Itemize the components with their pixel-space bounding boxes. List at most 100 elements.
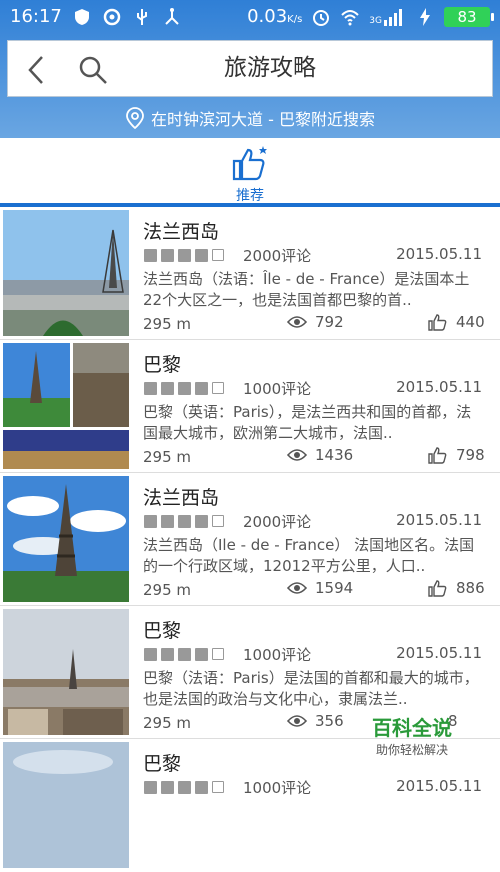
review-count: 1000评论 [243, 646, 312, 664]
view-count: 1594 [287, 579, 353, 597]
status-bar: 16:17 0.03K/s 3G 83 [0, 0, 500, 36]
battery-indicator: 83 [444, 6, 494, 27]
star-empty-icon [212, 515, 224, 527]
star-filled-icon [195, 382, 208, 395]
shield-icon [74, 8, 89, 25]
list-item[interactable]: 法兰西岛 2000评论 2015.05.11 法兰西岛（Ile - de - F… [0, 473, 500, 606]
star-filled-icon [161, 249, 174, 262]
star-filled-icon [161, 781, 174, 794]
watermark-logo: 百科全说 助你轻松解决 [372, 716, 452, 757]
wifi-icon [341, 9, 360, 25]
star-filled-icon [195, 249, 208, 262]
item-distance: 295 m [143, 448, 192, 466]
item-description: 法兰西岛（Ile - de - France） 法国地区名。法国的一个行政区域，… [143, 536, 475, 575]
thumbnail-image [3, 609, 129, 735]
star-filled-icon [161, 382, 174, 395]
tab-bar: 推荐 [0, 138, 500, 204]
thumbs-up-icon [428, 447, 447, 464]
eye-icon [287, 316, 307, 328]
star-filled-icon [178, 249, 191, 262]
item-date: 2015.05.11 [396, 777, 482, 795]
view-count: 1436 [287, 446, 353, 464]
star-filled-icon [195, 515, 208, 528]
tab-label: 推荐 [236, 188, 264, 204]
star-filled-icon [178, 515, 191, 528]
signal-icon [384, 8, 402, 26]
review-count: 2000评论 [243, 247, 312, 265]
clock: 16:17 [10, 6, 62, 27]
star-filled-icon [144, 515, 157, 528]
view-count: 792 [287, 313, 344, 331]
star-filled-icon [195, 648, 208, 661]
location-pin-icon [126, 107, 144, 129]
thumbs-up-icon [428, 580, 447, 597]
thumbnail-image [3, 210, 129, 336]
alarm-icon [313, 9, 330, 26]
location-text: 在时钟滨河大道 - 巴黎附近搜索 [151, 110, 375, 129]
item-distance: 295 m [143, 315, 192, 333]
share-network-icon [165, 7, 179, 25]
star-filled-icon [161, 648, 174, 661]
star-filled-icon [161, 515, 174, 528]
back-arrow-icon[interactable] [20, 53, 54, 87]
network-type: 3G [369, 8, 406, 26]
item-date: 2015.05.11 [396, 378, 482, 396]
star-filled-icon [144, 648, 157, 661]
thumbnail-image [3, 476, 129, 602]
network-speed: 0.03K/s [247, 6, 303, 27]
item-description: 法兰西岛（法语：Île - de - France）是法国本土22个大区之一，也… [143, 270, 470, 309]
item-name: 巴黎 [143, 753, 182, 775]
like-count[interactable]: 886 [428, 579, 485, 597]
star-empty-icon [212, 382, 224, 394]
star-filled-icon [178, 382, 191, 395]
sync-icon [103, 8, 121, 25]
thumbs-up-icon [428, 314, 447, 331]
star-filled-icon [178, 648, 191, 661]
thumbnail-image [3, 742, 129, 868]
item-name: 法兰西岛 [143, 487, 220, 509]
thumbs-up-icon [232, 146, 267, 181]
star-rating [144, 781, 224, 794]
star-empty-icon [212, 648, 224, 660]
item-name: 法兰西岛 [143, 221, 220, 243]
star-filled-icon [144, 249, 157, 262]
item-description: 巴黎（法语：Paris）是法国的首都和最大的城市，也是法国的政治与文化中心，隶属… [143, 669, 479, 708]
view-count: 356 [287, 712, 344, 730]
like-count[interactable]: 440 [428, 313, 485, 331]
star-empty-icon [212, 249, 224, 261]
item-description: 巴黎（英语：Paris），是法兰西共和国的首都，法国最大城市，欧洲第二大城市，法… [143, 403, 472, 442]
star-rating [144, 249, 224, 262]
item-date: 2015.05.11 [396, 511, 482, 529]
star-filled-icon [144, 382, 157, 395]
review-count: 1000评论 [243, 779, 312, 797]
eye-icon [287, 449, 307, 461]
star-rating [144, 648, 224, 661]
star-filled-icon [195, 781, 208, 794]
item-name: 巴黎 [143, 620, 182, 642]
star-rating [144, 382, 224, 395]
search-icon[interactable] [76, 53, 110, 87]
charging-icon [420, 7, 430, 26]
search-header: 旅游攻略 [7, 40, 493, 97]
star-filled-icon [144, 781, 157, 794]
eye-icon [287, 715, 307, 727]
eye-icon [287, 582, 307, 594]
thumbnail-image [3, 343, 129, 469]
item-date: 2015.05.11 [396, 644, 482, 662]
review-count: 1000评论 [243, 380, 312, 398]
item-name: 巴黎 [143, 354, 182, 376]
star-empty-icon [212, 781, 224, 793]
usb-icon [136, 8, 147, 25]
item-distance: 295 m [143, 581, 192, 599]
item-date: 2015.05.11 [396, 245, 482, 263]
like-count[interactable]: 798 [428, 446, 485, 464]
item-distance: 295 m [143, 714, 192, 732]
star-rating [144, 515, 224, 528]
star-filled-icon [178, 781, 191, 794]
tab-recommend[interactable]: 推荐 [220, 142, 280, 204]
page-title: 旅游攻略 [224, 55, 316, 81]
review-count: 2000评论 [243, 513, 312, 531]
location-search-bar[interactable]: 在时钟滨河大道 - 巴黎附近搜索 [0, 100, 500, 136]
list-item[interactable]: 法兰西岛 2000评论 2015.05.11 法兰西岛（法语：Île - de … [0, 207, 500, 340]
list-item[interactable]: 巴黎 1000评论 2015.05.11 巴黎（英语：Paris），是法兰西共和… [0, 340, 500, 473]
